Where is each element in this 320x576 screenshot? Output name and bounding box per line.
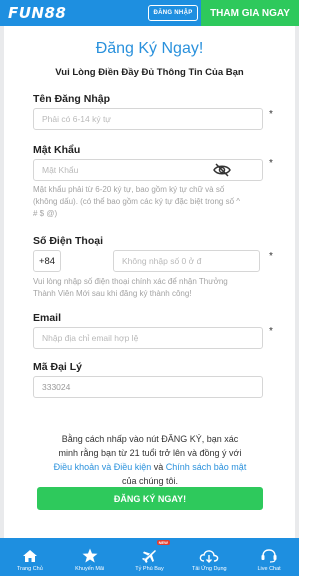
agent-code-input[interactable] [33, 376, 263, 398]
register-submit-button[interactable]: ĐĂNG KÝ NGAY! [37, 487, 263, 510]
page-subtitle: Vui Lòng Điền Đầy Đủ Thông Tin Của Bạn [55, 67, 244, 78]
eye-off-icon[interactable] [213, 163, 231, 177]
username-label: Tên Đăng Nhập [33, 93, 111, 105]
top-header: FUN88 ĐĂNG NHẬP THAM GIA NGAY [0, 0, 299, 26]
nav-item-promotions[interactable]: Khuyến Mãi [60, 538, 120, 576]
nav-item-download-app[interactable]: Tải Ứng Dụng [179, 538, 239, 576]
email-label: Email [33, 312, 62, 324]
required-mark: * [269, 109, 273, 120]
right-gutter [295, 26, 299, 542]
new-badge: NEW [156, 540, 170, 545]
plane-icon [142, 549, 157, 563]
bottom-nav: Trang Chủ Khuyến Mãi NEW Tỷ Phú Bay Tải … [0, 538, 299, 576]
phone-label: Số Điện Thoại [33, 235, 104, 247]
required-mark: * [269, 251, 273, 262]
nav-item-live-chat[interactable]: Live Chat [239, 538, 299, 576]
star-icon [82, 548, 98, 563]
email-input[interactable] [33, 327, 263, 349]
country-code[interactable]: +84 [33, 250, 61, 272]
required-mark: * [269, 158, 273, 169]
join-now-button[interactable]: THAM GIA NGAY [201, 0, 299, 26]
login-button[interactable]: ĐĂNG NHẬP [148, 5, 198, 21]
nav-item-flying-billionaire[interactable]: NEW Tỷ Phú Bay [120, 538, 180, 576]
fun88-logo[interactable]: FUN88 [8, 4, 66, 22]
nav-item-home[interactable]: Trang Chủ [0, 538, 60, 576]
home-icon [22, 550, 37, 562]
terms-link[interactable]: Điều khoản và Điều kiện [54, 462, 152, 472]
username-input[interactable] [33, 108, 263, 130]
phone-input[interactable] [113, 250, 260, 272]
cloud-download-icon [199, 550, 219, 563]
terms-text: Bằng cách nhấp vào nút ĐĂNG KÝ, bạn xác … [53, 434, 247, 486]
agent-code-label: Mã Đại Lý [33, 361, 83, 373]
privacy-link[interactable]: Chính sách bảo mật [166, 462, 247, 472]
left-gutter [0, 26, 4, 542]
password-help-text: Mật khẩu phải từ 6-20 ký tự, bao gồm ký … [33, 185, 240, 218]
page-title: Đăng Ký Ngay! [95, 40, 204, 57]
required-mark: * [269, 326, 273, 337]
password-label: Mật Khẩu [33, 144, 81, 156]
phone-help-text: Vui lòng nhập số điện thoại chính xác để… [33, 277, 228, 298]
chat-icon [261, 549, 277, 563]
